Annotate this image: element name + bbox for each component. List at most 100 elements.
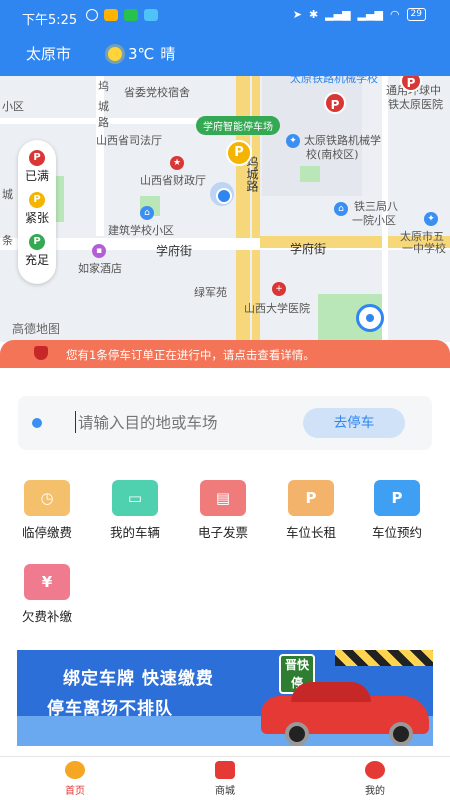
service-long-term-rental[interactable]: P 车位长租	[266, 480, 356, 541]
service-label: 欠费补缴	[21, 609, 72, 624]
map-label: 建筑学校小区	[108, 224, 174, 237]
government-icon: ★	[170, 156, 184, 170]
map-label: 学府街	[156, 244, 193, 258]
service-label: 临停缴费	[21, 525, 72, 540]
map-label: 铁太原医院	[388, 98, 443, 111]
school-icon: ✦	[286, 134, 300, 148]
bluetooth-icon: ✱	[308, 8, 319, 21]
nav-mall[interactable]: 商城	[185, 761, 265, 797]
map-label: 坞	[98, 80, 109, 93]
parking-lot-tag[interactable]: 学府智能停车场	[196, 116, 280, 135]
text-caret	[75, 411, 76, 433]
map-label: 路	[98, 116, 109, 129]
battery-indicator: 29	[406, 8, 426, 21]
parking-pin-red[interactable]: P	[324, 92, 346, 114]
service-my-vehicles[interactable]: ▭ 我的车辆	[90, 480, 180, 541]
legend-label: 充足	[24, 253, 49, 267]
nav-label: 我的	[365, 786, 385, 797]
parking-pin-yellow[interactable]: P	[226, 140, 252, 166]
nav-mine[interactable]: 我的	[335, 761, 415, 797]
search-bar: 去停车	[18, 396, 432, 450]
map-label: 山西省司法厅	[96, 134, 162, 147]
map-label: 一中学校	[402, 242, 446, 255]
tag-icon: P	[288, 480, 334, 516]
sun-icon	[108, 46, 122, 61]
notification-icons	[86, 9, 158, 21]
wechat-icon	[124, 9, 138, 21]
map-label: 如家酒店	[78, 262, 122, 275]
car-wheel	[285, 722, 309, 746]
service-label: 车位预约	[371, 525, 422, 540]
notice-text: 您有1条停车订单正在进行中，请点击查看详情。	[66, 348, 315, 362]
legend-yellow-dot: P	[29, 192, 45, 208]
lantern-icon	[365, 761, 385, 779]
map-provider-logo: 高德地图	[12, 322, 61, 336]
residence-icon: ⌂	[334, 202, 348, 216]
service-arrears-payment[interactable]: ¥ 欠费补缴	[2, 564, 92, 625]
destination-input[interactable]	[78, 410, 298, 436]
promo-line-2: 停车离场不排队	[47, 699, 173, 719]
hospital-icon: +	[272, 282, 286, 296]
weather: 3℃ 晴	[108, 43, 175, 64]
weather-temperature: 3℃	[128, 44, 155, 63]
parking-legend: P 已满 P 紧张 P 充足	[18, 140, 56, 284]
map-label: 小区	[2, 100, 24, 113]
alarm-icon	[86, 9, 98, 21]
nav-label: 商城	[215, 786, 235, 797]
map-label: 城	[2, 188, 13, 201]
map-label: 城	[98, 100, 109, 113]
status-time: 下午5:25	[22, 13, 78, 28]
map-label: 学府街	[290, 242, 327, 256]
app2-notification-icon	[144, 9, 158, 21]
map-label: 一院小区	[352, 214, 396, 227]
weather-condition: 晴	[160, 45, 176, 63]
wifi-icon: ◠	[389, 8, 400, 21]
app-root: 下午5:25 ➤ ✱ ▂▄▆ ▂▄▆ ◠ 29 太原市 3℃ 晴 省委党校宿舍 …	[0, 0, 450, 800]
status-bar: 下午5:25 ➤ ✱ ▂▄▆ ▂▄▆ ◠ 29	[0, 0, 450, 32]
legend-green-dot: P	[29, 234, 45, 250]
car-icon: ▭	[112, 480, 158, 516]
location-icon: ➤	[292, 8, 302, 21]
map-label: 省委党校宿舍	[124, 86, 190, 99]
map-label: 山西大学医院	[244, 302, 310, 315]
service-e-invoice[interactable]: ▤ 电子发票	[178, 480, 268, 541]
map-label: 太原铁路机械学校	[290, 76, 378, 85]
service-label: 电子发票	[197, 525, 248, 540]
wallet-icon: ¥	[24, 564, 70, 600]
home-icon	[65, 761, 85, 779]
gift-icon	[215, 761, 235, 779]
service-label: 我的车辆	[109, 525, 160, 540]
school-icon: ✦	[424, 212, 438, 226]
car-wheel	[389, 722, 413, 746]
locate-me-button[interactable]	[356, 304, 384, 332]
lantern-icon	[34, 346, 48, 360]
map-label: 山西省财政厅	[140, 174, 206, 187]
signal2-icon: ▂▄▆	[357, 8, 383, 21]
top-bar: 下午5:25 ➤ ✱ ▂▄▆ ▂▄▆ ◠ 29 太原市 3℃ 晴	[0, 0, 450, 76]
legend-red-dot: P	[29, 150, 45, 166]
map-label: 校(南校区)	[306, 148, 359, 161]
legend-ample: P 充足	[18, 234, 56, 268]
hotel-icon: ▪	[92, 244, 106, 258]
service-reservation[interactable]: P 车位预约	[352, 480, 442, 541]
legend-busy: P 紧张	[18, 192, 56, 226]
map-label: 条	[2, 234, 13, 247]
map-view[interactable]: 省委党校宿舍 太原铁路机械学校 通用环球中 铁太原医院 小区 坞 城 路 山西省…	[0, 76, 450, 342]
nav-home[interactable]: 首页	[35, 761, 115, 797]
nav-label: 首页	[65, 786, 85, 797]
promo-line-1: 绑定车牌 快速缴费	[63, 669, 214, 689]
go-park-button[interactable]: 去停车	[303, 408, 405, 438]
service-temporary-payment[interactable]: ◷ 临停缴费	[2, 480, 92, 541]
bottom-nav: 首页 商城 我的	[0, 756, 450, 800]
location-dot-icon	[32, 418, 42, 428]
clock-icon: ◷	[24, 480, 70, 516]
promo-banner[interactable]: 绑定车牌 快速缴费 停车离场不排队 晋快停	[17, 650, 433, 746]
residence-icon: ⌂	[140, 206, 154, 220]
city-selector[interactable]: 太原市	[26, 43, 71, 64]
system-icons: ➤ ✱ ▂▄▆ ▂▄▆ ◠ 29	[293, 8, 426, 21]
order-notice-banner[interactable]: 您有1条停车订单正在进行中，请点击查看详情。	[0, 340, 450, 368]
signal-icon: ▂▄▆	[325, 8, 351, 21]
service-label: 车位长租	[285, 525, 336, 540]
app-notification-icon	[104, 9, 118, 21]
parking-icon: P	[374, 480, 420, 516]
